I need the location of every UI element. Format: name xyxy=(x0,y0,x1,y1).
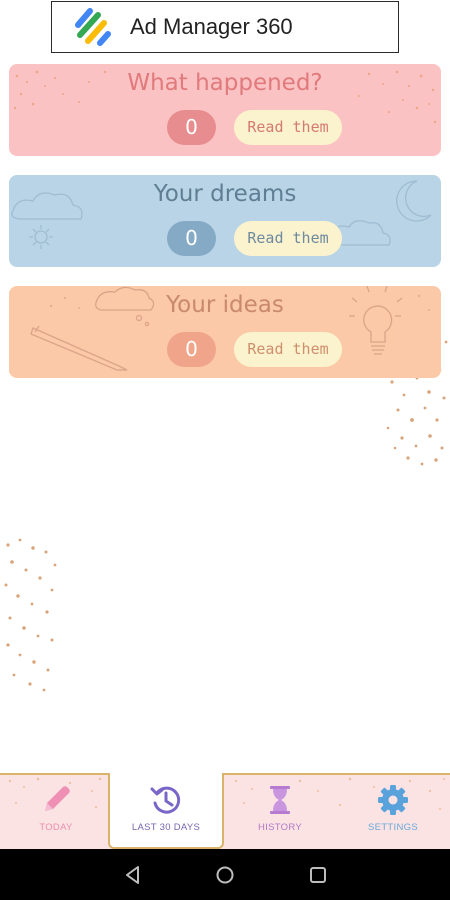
entry-count-badge: 0 xyxy=(167,332,216,367)
hourglass-icon xyxy=(270,786,290,814)
nav-label: HISTORY xyxy=(258,822,302,833)
card-title: Your dreams xyxy=(153,181,297,207)
card-title: What happened? xyxy=(127,70,323,96)
ad-banner[interactable]: Ad Manager 360 xyxy=(51,1,399,53)
pencil-icon xyxy=(45,786,70,811)
home-icon[interactable] xyxy=(214,864,236,886)
read-them-button[interactable]: Read them xyxy=(234,332,342,367)
your-ideas-card[interactable]: Your ideas 0 Read them xyxy=(9,286,441,378)
history-clock-icon xyxy=(150,786,181,814)
read-them-button[interactable]: Read them xyxy=(234,110,342,145)
ad-manager-logo-icon xyxy=(75,8,111,46)
gear-icon xyxy=(378,785,408,815)
nav-label: SETTINGS xyxy=(368,822,418,833)
card-title: Your ideas xyxy=(166,292,284,318)
nav-label: TODAY xyxy=(39,822,73,833)
bottom-navigation: TODAY LAST 30 DAYS HISTORY SETTINGS xyxy=(0,773,450,849)
what-happened-card[interactable]: What happened? 0 Read them xyxy=(9,64,441,156)
ad-title: Ad Manager 360 xyxy=(130,14,293,39)
read-them-button[interactable]: Read them xyxy=(234,221,342,256)
nav-tab-today[interactable]: TODAY xyxy=(0,773,112,849)
nav-tab-last-30-days[interactable]: LAST 30 DAYS xyxy=(108,773,224,849)
your-dreams-card[interactable]: Your dreams 0 Read them xyxy=(9,175,441,267)
entry-count-badge: 0 xyxy=(167,221,216,256)
entry-count-badge: 0 xyxy=(167,110,216,145)
nav-label: LAST 30 DAYS xyxy=(131,822,201,833)
nav-tab-history[interactable]: HISTORY xyxy=(224,773,336,849)
recents-icon[interactable] xyxy=(307,864,329,886)
back-icon[interactable] xyxy=(122,864,144,886)
nav-tab-settings[interactable]: SETTINGS xyxy=(336,773,450,849)
system-navigation-bar xyxy=(0,849,450,900)
